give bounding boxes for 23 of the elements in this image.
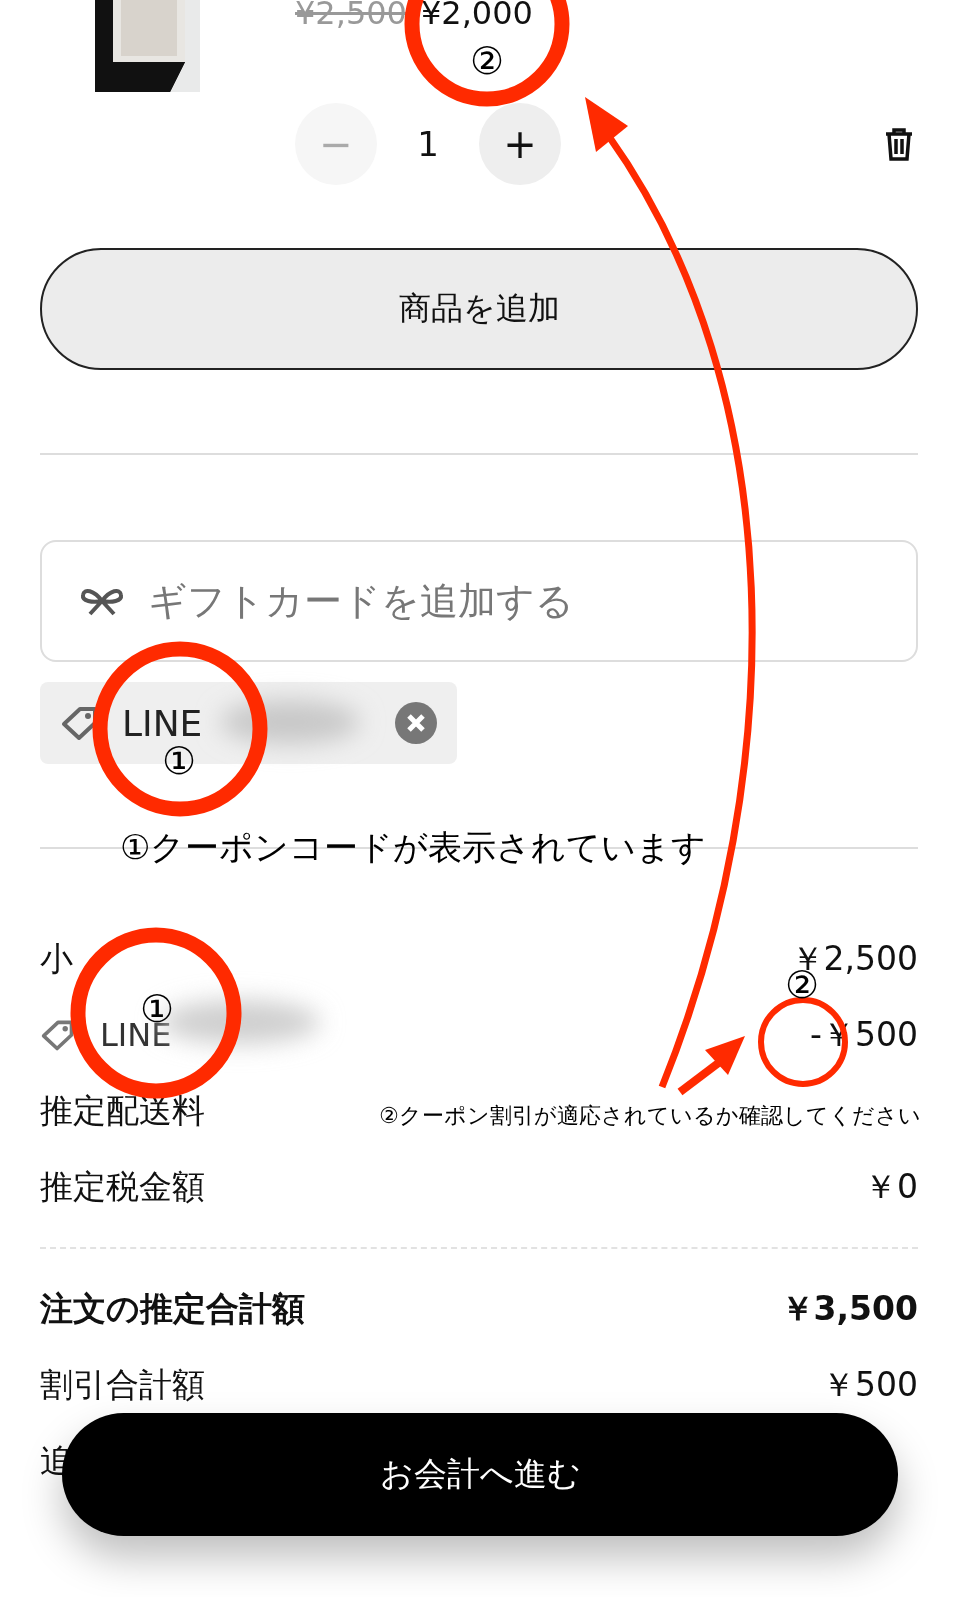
add-product-button[interactable]: 商品を追加 [40,248,918,370]
remove-icon[interactable] [395,702,437,744]
annotation-note: ②クーポン割引が適応されているか確認してください [379,1105,921,1127]
original-price: ¥2,500 [295,0,407,30]
summary-label: 割引合計額 [40,1363,205,1406]
ribbon-icon [80,586,124,616]
sale-price: ¥2,000 [420,0,533,30]
summary-value: ￥500 [822,1363,918,1406]
total-label: 注文の推定合計額 [40,1287,305,1330]
trash-icon[interactable] [884,127,914,161]
summary-label: 小 [40,937,73,980]
annotation-note: ①クーポンコードが表示されています [120,830,707,864]
increase-button[interactable]: + [479,103,561,185]
total-value: ￥3,500 [780,1287,918,1330]
summary-label: 推定税金額 [40,1165,205,1208]
gift-card-field[interactable]: ギフトカードを追加する [40,540,918,662]
annotation-number: ② [470,42,505,80]
annotation-number: ① [162,742,197,780]
summary-value: ￥0 [864,1165,918,1208]
summary-label: 推定配送料 [40,1089,205,1132]
coupon-code: LINE [122,702,203,744]
quantity-value: 1 [416,124,440,164]
tag-icon [40,1019,76,1051]
